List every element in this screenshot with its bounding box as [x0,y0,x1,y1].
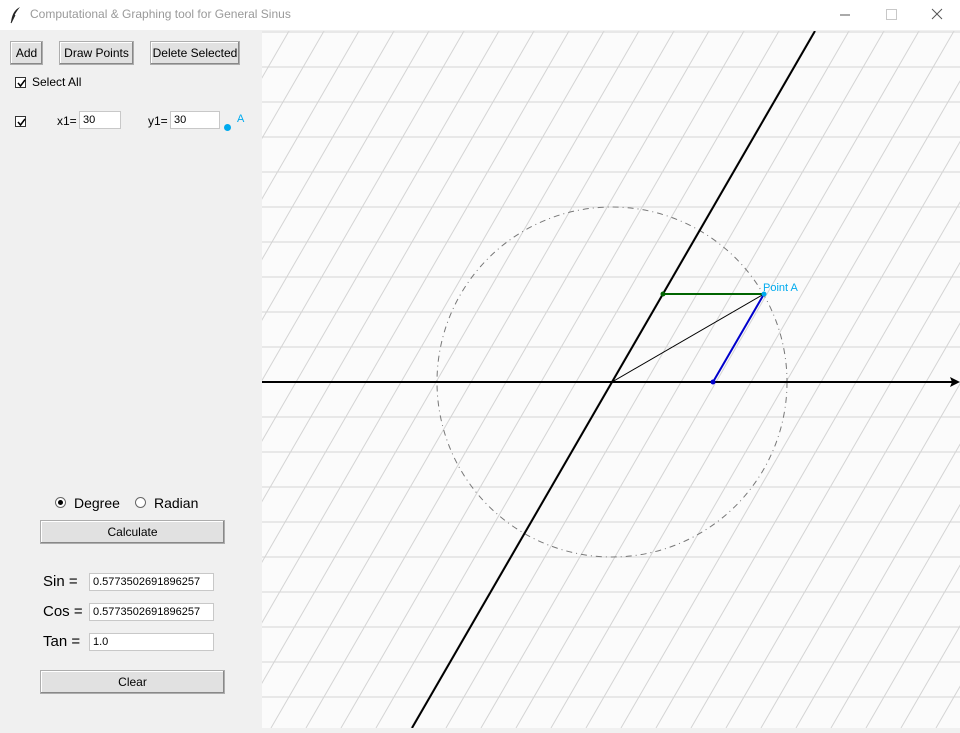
grid-line-d [515,30,920,729]
clear-button[interactable]: Clear [40,670,225,694]
graph-canvas[interactable]: Point A [0,30,960,729]
grid-line-d [760,382,960,729]
checkmark-icon [17,118,26,127]
title-bar[interactable]: Computational & Graphing tool for Genera… [0,0,960,30]
grid-line-d [690,261,960,729]
grid-line-d [305,30,710,729]
minimize-button[interactable] [822,0,868,30]
grid-line-d [235,30,640,729]
grid-line-d [200,30,605,729]
cos-output-field[interactable]: 0.5773502691896257 [89,603,214,621]
grid-line-d [725,322,960,729]
point-marker-label: A [237,113,245,125]
tan-output-field[interactable]: 1.0 [89,633,214,651]
grid-line-d [655,201,960,729]
grid-line-d [620,140,960,729]
calculate-button[interactable]: Calculate [40,520,225,544]
x1-input[interactable]: 30 [79,111,121,129]
grid-line-d [0,30,360,653]
grid-line-d [0,30,290,532]
degree-label: Degree [74,495,120,511]
grid-line-d [830,503,960,729]
radian-label: Radian [154,495,199,511]
grid-line-d [585,80,960,729]
cos-label: Cos = [43,603,83,620]
grid-line-d [375,30,780,729]
draw-points-button[interactable]: Draw Points [59,41,134,65]
checkmark-icon [17,79,26,88]
close-button[interactable] [914,0,960,30]
vertical-projection-endpoint [710,379,716,385]
grid-line-d [130,30,535,729]
grid-line-d [550,30,955,729]
minimize-icon [840,14,850,16]
maximize-button[interactable] [868,0,914,30]
grid-line-d [340,30,745,729]
close-icon [931,8,943,20]
grid-line-d [60,30,465,729]
point-a-label: Point A [763,282,799,294]
y1-label: y1= [148,114,168,128]
maximize-icon [886,9,897,20]
x1-label: x1= [57,114,77,128]
y1-input[interactable]: 30 [170,111,220,129]
feather-icon [10,7,20,24]
vertical-projection-segment [712,293,765,383]
grid-line-d [0,30,395,714]
delete-selected-button[interactable]: Delete Selected [150,41,240,65]
sin-label: Sin = [43,573,78,590]
degree-radio[interactable] [55,497,66,508]
select-all-label: Select All [32,75,82,89]
point-color-marker [224,124,231,131]
graph-svg[interactable]: Point A [0,30,960,729]
control-panel [0,31,262,728]
grid-line-d [95,30,500,729]
grid-line-d [795,443,960,729]
grid-line-d [865,564,960,729]
grid-line-d [935,685,960,729]
horizontal-projection-endpoint [660,291,666,297]
sin-output-field[interactable]: 0.5773502691896257 [89,573,214,591]
radio-selected-dot [58,500,63,505]
point-row-checkbox[interactable] [15,116,26,127]
grid-line-d [445,30,850,729]
grid-line-d [165,30,570,729]
tan-label: Tan = [43,633,81,650]
add-button[interactable]: Add [10,41,43,65]
grid-diagonal-lines [0,30,960,729]
window-title: Computational & Graphing tool for Genera… [30,7,291,21]
grid-line-d [480,30,885,729]
radian-radio[interactable] [135,497,146,508]
select-all-checkbox[interactable] [15,77,26,88]
grid-horizontal-lines [262,31,960,698]
grid-line-d [0,30,325,593]
